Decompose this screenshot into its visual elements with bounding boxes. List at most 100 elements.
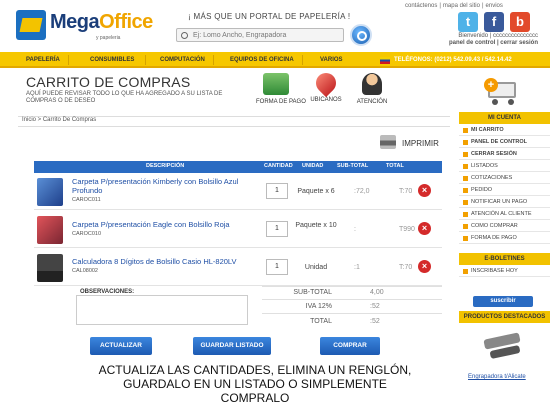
table-header: DESCRIPCIÓN CANTIDAD UNIDAD SUB-TOTAL TO… xyxy=(34,161,442,173)
featured-product-link[interactable]: Engrapadora t/Alicate xyxy=(468,374,526,380)
payment-method-link[interactable]: FORMA DE PAGO xyxy=(256,73,306,105)
map-pin-icon xyxy=(311,68,341,98)
welcome-text: Bienvenido | ccccccccccccccc xyxy=(458,33,538,39)
instructions-text: ACTUALIZA LAS CANTIDADES, ELIMINA UN REN… xyxy=(98,363,412,405)
nav-item-computacion[interactable]: COMPUTACIÓN xyxy=(160,52,205,68)
quantity-input[interactable]: 1 xyxy=(266,183,288,199)
sidebar-item-logout[interactable]: CERRAR SESIÓN xyxy=(459,149,550,160)
iva-label: IVA 12% xyxy=(305,303,332,310)
divider xyxy=(262,299,442,300)
divider xyxy=(262,286,442,287)
delete-row-icon[interactable]: × xyxy=(418,184,431,197)
sidebar-item-order[interactable]: PEDIDO xyxy=(459,185,550,196)
sidebar-item-lists[interactable]: LISTADOS xyxy=(459,161,550,172)
logo-subtitle: y papeleria xyxy=(96,35,121,41)
sidebar-item-control-panel[interactable]: PANEL DE CONTROL xyxy=(459,137,550,148)
logout-link[interactable]: cerrar sesión xyxy=(500,40,538,46)
sidebar-item-subscribe[interactable]: INSCRIBASE HOY xyxy=(459,266,550,277)
logo-mark-icon xyxy=(16,10,46,40)
total-amount: :​52 xyxy=(370,318,380,325)
product-code: CAROC010 xyxy=(72,231,102,237)
logo[interactable]: MegaOffice y papeleria xyxy=(16,8,156,42)
top-links-separator: | xyxy=(481,3,484,9)
total-value: T990 xyxy=(399,226,415,233)
breadcrumb[interactable]: Inicio > Carrito De Compras xyxy=(22,117,96,123)
column-total: TOTAL xyxy=(386,163,404,169)
logo-name: Mega xyxy=(50,11,100,33)
quantity-input[interactable]: 1 xyxy=(266,221,288,237)
total-value: T:70 xyxy=(399,188,413,195)
nav-separator xyxy=(68,55,69,65)
payment-method-label: FORMA DE PAGO xyxy=(256,99,306,105)
venezuela-flag-icon xyxy=(380,57,390,64)
divider xyxy=(262,313,442,314)
product-name[interactable]: Calculadora 8 Dígitos de Bolsillo Casio … xyxy=(72,257,242,266)
nav-item-equipos[interactable]: EQUIPOS DE OFICINA xyxy=(230,52,294,68)
sidebar-featured-title: PRODUCTOS DESTACADOS xyxy=(459,311,550,323)
product-code: CAL08002 xyxy=(72,268,98,274)
subscribe-button[interactable]: suscribir xyxy=(473,296,533,307)
customer-service-link[interactable]: ATENCIÓN xyxy=(352,73,392,105)
printer-icon xyxy=(380,135,396,149)
tagline: ¡ MÁS QUE UN PORTAL DE PAPELERÍA ! xyxy=(188,12,351,21)
search-placeholder: Ej: Lomo Ancho, Engrapadora xyxy=(193,32,287,39)
buy-button[interactable]: COMPRAR xyxy=(320,337,380,355)
money-icon xyxy=(263,73,289,95)
shipping-link[interactable]: envios xyxy=(486,3,503,9)
control-panel-link[interactable]: panel de control xyxy=(449,40,495,46)
page-subtitle: AQUÍ PUEDE REVISAR TODO LO QUE HA AGREGA… xyxy=(26,91,223,104)
product-image[interactable] xyxy=(37,178,63,206)
sidebar-item-how-to-buy[interactable]: COMO COMPRAR xyxy=(459,221,550,232)
delete-row-icon[interactable]: × xyxy=(418,222,431,235)
sidebar-account-title: MI CUENTA xyxy=(459,112,550,124)
subtotal-amount: 4,00 xyxy=(370,289,384,296)
search-input[interactable]: Ej: Lomo Ancho, Engrapadora xyxy=(176,28,344,42)
facebook-icon[interactable]: f xyxy=(484,12,504,32)
sidebar-newsletter-title: E-BOLETINES xyxy=(459,253,550,265)
product-code: CAROC011 xyxy=(72,197,101,203)
product-name[interactable]: Carpeta P/presentación Kimberly con Bols… xyxy=(72,177,242,195)
cart-add-icon: + xyxy=(484,78,524,106)
total-value: T:70 xyxy=(399,264,413,271)
blogger-icon[interactable]: b xyxy=(510,12,530,32)
nav-item-consumibles[interactable]: CONSUMIBLES xyxy=(90,52,134,68)
sidebar-item-customer-service[interactable]: ATENCIÓN AL CLIENTE xyxy=(459,209,550,220)
page-title: CARRITO DE COMPRAS xyxy=(26,74,191,90)
column-description: DESCRIPCIÓN xyxy=(146,163,185,169)
sidebar-item-quotes[interactable]: COTIZACIONES xyxy=(459,173,550,184)
nav-item-varios[interactable]: VARIOS xyxy=(320,52,343,68)
table-row: Carpeta P/presentación Kimberly con Bols… xyxy=(34,173,442,210)
search-button[interactable] xyxy=(350,24,372,46)
print-label: IMPRIMIR xyxy=(402,139,439,148)
sidebar-item-payment-method[interactable]: FORMA DE PAGO xyxy=(459,233,550,244)
product-name[interactable]: Carpeta P/presentación Eagle con Bolsill… xyxy=(72,220,242,229)
update-button[interactable]: ACTUALIZAR xyxy=(90,337,152,355)
locations-link[interactable]: UBICANOS xyxy=(306,68,346,103)
sitemap-link[interactable]: mapa del sitio xyxy=(443,3,480,9)
logo-name-accent: Office xyxy=(99,11,153,33)
save-list-button[interactable]: GUARDAR LISTADO xyxy=(193,337,271,355)
sidebar-item-notify-payment[interactable]: NOTIFICAR UN PAGO xyxy=(459,197,550,208)
nav-item-papeleria[interactable]: PAPELERÍA xyxy=(26,52,60,68)
sidebar-item-cart[interactable]: MI CARRITO xyxy=(459,125,550,136)
quantity-input[interactable]: 1 xyxy=(266,259,288,275)
iva-amount: :5​2 xyxy=(370,303,380,310)
unit-label: Paquete x 10 xyxy=(295,222,337,229)
featured-product-image[interactable] xyxy=(480,330,528,368)
table-row: Carpeta P/presentación Eagle con Bolsill… xyxy=(34,211,442,248)
customer-service-label: ATENCIÓN xyxy=(356,99,388,105)
nav-separator xyxy=(145,55,146,65)
delete-row-icon[interactable]: × xyxy=(418,260,431,273)
product-image[interactable] xyxy=(37,216,63,244)
subtotal-label: SUB-TOTAL xyxy=(293,289,332,296)
nav-separator xyxy=(302,55,303,65)
nav-separator xyxy=(213,55,214,65)
contact-link[interactable]: contáctenos xyxy=(405,3,437,9)
product-image[interactable] xyxy=(37,254,63,282)
user-box: Bienvenido | ccccccccccccccc panel de co… xyxy=(392,33,538,46)
twitter-icon[interactable]: t xyxy=(458,12,478,32)
table-row: Calculadora 8 Dígitos de Bolsillo Casio … xyxy=(34,249,442,286)
observations-textarea[interactable] xyxy=(76,295,248,325)
unit-label: Paquete x 6 xyxy=(297,188,335,195)
subtotal-value: ​:1​​ xyxy=(354,264,360,271)
